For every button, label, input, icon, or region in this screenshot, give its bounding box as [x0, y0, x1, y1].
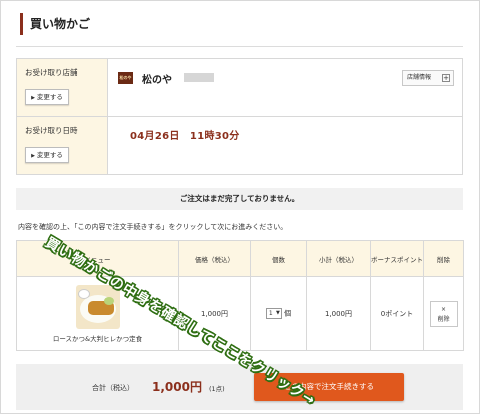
pickup-store-label-cell: お受け取り店舗 ▶ 変更する [17, 59, 108, 116]
item-count: (1点) [209, 385, 225, 393]
item-subtotal: 1,000円 [306, 276, 371, 351]
item-delete-cell: × 削除 [423, 276, 464, 351]
delete-item-button[interactable]: × 削除 [429, 300, 458, 327]
pickup-store-label: お受け取り店舗 [25, 68, 78, 77]
store-info-label: 店舗情報 [407, 74, 432, 81]
change-store-button[interactable]: ▶ 変更する [25, 89, 69, 105]
store-logo: 松のや [118, 72, 133, 84]
change-time-button[interactable]: ▶ 変更する [25, 147, 69, 163]
total-label: 合計（税込） [92, 384, 134, 392]
page-title: 買い物かご [20, 13, 90, 35]
change-store-label: 変更する [36, 93, 63, 101]
order-incomplete-notice: ご注文はまだ完了しておりません。 [16, 188, 463, 210]
pickup-time-value: 04月26日 11時30分 [108, 117, 462, 174]
table-row: ロースかつ&大判ヒレかつ定食 1,000円 1 ▼ 個 1,000円 0ポイント… [16, 276, 464, 351]
item-quantity-cell: 1 ▼ 個 [250, 276, 307, 351]
col-delete: 削除 [423, 240, 464, 277]
plus-icon: + [442, 74, 450, 82]
quantity-unit: 個 [284, 309, 292, 318]
store-info-button[interactable]: 店舗情報 + [402, 70, 454, 86]
dropdown-arrow-icon: ▼ [276, 310, 280, 316]
pickup-time-label: お受け取り日時 [25, 126, 78, 135]
pickup-time-row: お受け取り日時 ▶ 変更する 04月26日 11時30分 [17, 117, 462, 174]
pickup-time-label-cell: お受け取り日時 ▶ 変更する [17, 117, 108, 174]
change-time-label: 変更する [36, 151, 63, 159]
chevron-right-icon: ▶ [31, 153, 35, 159]
store-name: 松のや [142, 75, 172, 86]
quantity-value: 1 [268, 310, 273, 317]
delete-label: 削除 [437, 315, 450, 323]
close-icon: × [440, 305, 447, 313]
col-subtotal: 小計（税込） [306, 240, 371, 277]
pickup-store-value: 松のや 松のや 店舗情報 + [108, 59, 462, 116]
blurred-store-branch [184, 73, 214, 82]
total-amount: 1,000円 [152, 380, 202, 394]
order-summary: 合計（税込） 1,000円 (1点) この内容で注文手続きする [16, 364, 463, 410]
item-name: ロースかつ&大判ヒレかつ定食 [52, 334, 143, 343]
quantity-select[interactable]: 1 ▼ [265, 308, 282, 319]
col-quantity: 個数 [250, 240, 307, 277]
confirm-instructions: 内容を確認の上、「この内容で注文手続きする」をクリックして次にお進みください。 [18, 223, 288, 231]
chevron-right-icon: ▶ [31, 95, 35, 101]
col-bonus-points: ボーナスポイント [370, 240, 424, 277]
col-price: 価格（税込） [178, 240, 251, 277]
item-bonus-points: 0ポイント [370, 276, 424, 351]
pickup-datetime: 04月26日 11時30分 [130, 131, 240, 142]
title-divider [16, 46, 463, 47]
pickup-info-panel: お受け取り店舗 ▶ 変更する 松のや 松のや 店舗情報 + お受け取り日時 ▶ 変更… [16, 58, 463, 175]
pickup-store-row: お受け取り店舗 ▶ 変更する 松のや 松のや 店舗情報 + [17, 59, 462, 117]
